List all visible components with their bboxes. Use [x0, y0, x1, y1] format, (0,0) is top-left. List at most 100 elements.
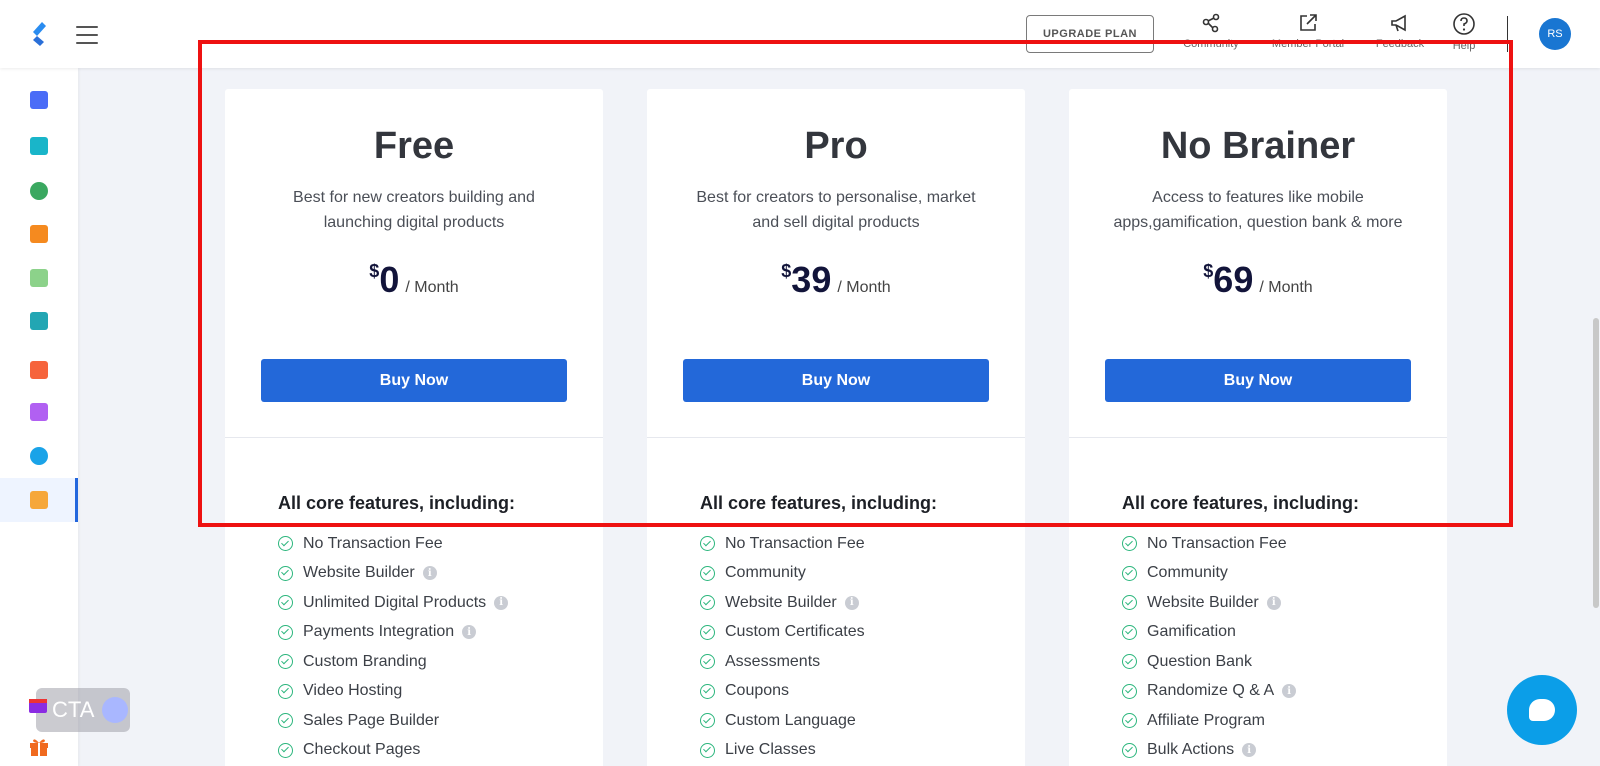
check-circle-icon: [700, 565, 715, 581]
info-icon[interactable]: i: [844, 595, 859, 610]
feature-item: Community: [700, 559, 865, 589]
feature-label: No Transaction Fee: [725, 534, 865, 552]
feature-item: Video Hosting: [278, 677, 508, 707]
community-label: Community: [1183, 38, 1239, 50]
pie-chart-icon: [30, 447, 48, 465]
feature-item: Custom Certificates: [700, 618, 865, 648]
check-circle-icon: [278, 654, 293, 670]
price-currency: $: [1203, 261, 1214, 281]
info-icon[interactable]: i: [422, 566, 437, 581]
feature-label: Coupons: [725, 682, 790, 700]
feature-list: No Transaction Fee Website Builder i Unlimi…: [278, 529, 509, 765]
feature-item: Website Builder i: [700, 588, 865, 618]
features-heading: All core features, including:: [700, 493, 938, 513]
feature-item: Sales Page Builder: [278, 706, 508, 736]
feature-label: Live Classes: [725, 741, 816, 759]
feature-item: No Transaction Fee: [700, 529, 865, 559]
feature-item: Coupons: [700, 677, 865, 707]
upgrade-plan-button[interactable]: UPGRADE PLAN: [1026, 15, 1154, 53]
price-amount: 69: [1213, 259, 1254, 300]
info-icon[interactable]: i: [1266, 595, 1281, 610]
feature-label: Website Builder: [725, 593, 837, 611]
sidebar-item-dashboard[interactable]: [0, 78, 78, 122]
check-circle-icon: [1122, 742, 1137, 758]
plan-title: Free: [373, 125, 455, 167]
feature-label: Affiliate Program: [1147, 711, 1265, 729]
plan-description: Best for new creators building and launc…: [293, 189, 535, 231]
check-circle-icon: [1122, 565, 1137, 581]
cta-widget[interactable]: CTA: [36, 688, 130, 732]
info-icon[interactable]: i: [462, 625, 477, 640]
feature-item: Custom Language: [700, 706, 865, 736]
feature-label: Custom Language: [725, 711, 856, 729]
price-period: / Month: [405, 279, 459, 296]
feature-item: Custom Branding: [278, 647, 508, 677]
feature-label: Randomize Q & A: [1147, 682, 1275, 700]
sidebar-item-analytics[interactable]: [0, 299, 78, 343]
header-divider: [1507, 16, 1508, 52]
star-icon: [30, 361, 48, 379]
top-header: UPGRADE PLAN Community Member Portal Fee…: [0, 0, 1600, 68]
avatar[interactable]: RS: [1539, 18, 1571, 50]
users-icon: [30, 137, 48, 155]
scrollbar-thumb[interactable]: [1593, 318, 1599, 608]
menu-icon[interactable]: [76, 26, 98, 44]
sidebar-item-users[interactable]: [0, 124, 78, 168]
feature-item: Website Builder i: [1122, 588, 1296, 618]
feature-list: No Transaction Fee Community Website Build…: [1122, 529, 1297, 766]
buy-now-button[interactable]: Buy Now: [683, 359, 989, 402]
feature-label: Community: [1147, 564, 1228, 582]
sidebar-item-settings[interactable]: [0, 390, 78, 434]
feature-item: Live Classes: [700, 736, 865, 766]
feature-label: Question Bank: [1147, 652, 1252, 670]
chat-button[interactable]: [1507, 675, 1577, 745]
price-amount: 0: [379, 259, 400, 300]
check-circle-icon: [278, 683, 293, 699]
sidebar-item-products[interactable]: [0, 212, 78, 256]
check-circle-icon: [700, 654, 715, 670]
sidebar: [0, 68, 78, 766]
logo-icon[interactable]: [28, 20, 52, 48]
sidebar-item-reports[interactable]: [0, 434, 78, 478]
feedback-label: Feedback: [1375, 38, 1425, 50]
feature-item: Website Builder i: [278, 559, 508, 589]
feature-label: No Transaction Fee: [1147, 534, 1287, 552]
price-period: / Month: [837, 279, 891, 296]
check-circle-icon: [700, 536, 715, 552]
buy-now-button[interactable]: Buy Now: [1105, 359, 1411, 402]
calendar-icon[interactable]: [28, 696, 48, 714]
member-portal-link[interactable]: Member Portal: [1263, 12, 1353, 50]
gift-icon[interactable]: [28, 735, 50, 757]
plan-title: Pro: [804, 125, 868, 167]
check-circle-icon: [278, 536, 293, 552]
check-circle-icon: [1122, 654, 1137, 670]
info-icon[interactable]: i: [1242, 743, 1257, 758]
sidebar-item-apps[interactable]: [0, 478, 78, 522]
sidebar-item-marketing[interactable]: [0, 348, 78, 392]
check-circle-icon: [700, 624, 715, 640]
info-icon[interactable]: i: [494, 595, 509, 610]
feature-item: Assessments: [700, 647, 865, 677]
plan-divider: [225, 437, 603, 438]
info-icon[interactable]: i: [1282, 684, 1297, 699]
plan-price: $69 / Month: [1069, 259, 1447, 301]
check-circle-icon: [1122, 624, 1137, 640]
sidebar-item-integrations[interactable]: [0, 256, 78, 300]
book-icon: [30, 225, 48, 243]
settings-icon: [30, 403, 48, 421]
buy-now-button[interactable]: Buy Now: [261, 359, 567, 402]
check-circle-icon: [1122, 536, 1137, 552]
feature-label: Custom Certificates: [725, 623, 865, 641]
feature-label: Payments Integration: [303, 623, 455, 641]
sidebar-item-website[interactable]: [0, 169, 78, 213]
feature-item: Randomize Q & A i: [1122, 677, 1297, 707]
feature-item: Bulk Actions i: [1122, 736, 1296, 766]
apps-icon: [30, 491, 48, 509]
check-circle-icon: [278, 565, 293, 581]
plan-card-pro: Pro Best for creators to personalise, ma…: [647, 89, 1025, 766]
feature-label: Gamification: [1147, 623, 1236, 641]
community-link[interactable]: Community: [1166, 12, 1256, 50]
check-circle-icon: [1122, 713, 1137, 729]
help-link[interactable]: Help: [1419, 12, 1509, 52]
feature-item: Community: [1122, 559, 1296, 589]
